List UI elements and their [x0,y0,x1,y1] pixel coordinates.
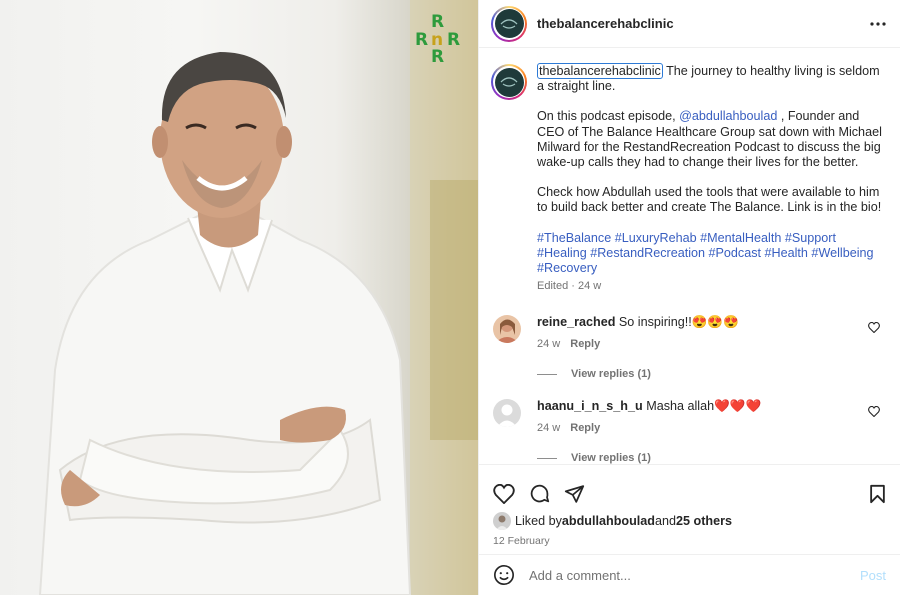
comment-text: Masha allah❤️❤️❤️ [646,399,762,414]
comment-icon[interactable] [529,483,550,504]
likes-middle: and [654,514,676,528]
comment-avatar[interactable] [493,399,521,428]
heart-icon[interactable] [493,483,515,504]
svg-text:R: R [431,12,444,32]
post-date: 12 February [493,535,550,547]
portrait-illustration [38,0,478,595]
view-replies-button[interactable]: View replies (1) [537,368,884,380]
profile-avatar[interactable] [491,5,527,42]
caption: thebalancerehabclinic The journey to hea… [491,63,884,294]
divider [537,457,557,459]
more-horizontal-icon[interactable] [868,14,888,34]
add-comment-bar: Post [479,554,900,595]
caption-text: thebalancerehabclinic The journey to hea… [537,63,884,294]
actions-bar: Liked by abdullahboulad and 25 others 12… [479,464,900,554]
caption-p3: Check how Abdullah used the tools that w… [537,185,882,215]
comment-avatar[interactable] [493,315,521,344]
edited-label: Edited [537,280,569,293]
post-header: thebalancerehabclinic [479,0,900,48]
brand-logo: R R n R R [414,12,466,64]
likes-prefix: Liked by [515,514,562,528]
comment-item: reine_rached So inspiring!!😍😍😍 24 w Reply [491,315,884,352]
comments-area[interactable]: thebalancerehabclinic The journey to hea… [479,48,900,464]
comment-username[interactable]: reine_rached [537,315,615,329]
caption-username[interactable]: thebalancerehabclinic [537,63,663,79]
svg-text:R: R [415,30,428,50]
comment-time: 24 w [537,422,561,435]
hashtags[interactable]: #TheBalance #LuxuryRehab #MentalHealth #… [537,231,884,277]
liker-avatar[interactable] [493,512,511,530]
comment-time: 24 w [537,338,561,351]
post-image: R R n R R [0,0,478,595]
mention-link[interactable]: @abdullahboulad [679,109,777,123]
heart-icon[interactable] [868,405,880,420]
svg-text:R: R [447,30,460,50]
header-username[interactable]: thebalancerehabclinic [537,16,674,31]
heart-icon[interactable] [868,321,880,336]
brand-mark-icon [500,77,518,87]
share-icon[interactable] [564,484,585,504]
post-panel: thebalancerehabclinic thebalancerehabcli… [478,0,900,595]
caption-time: 24 w [577,280,602,293]
likes-others[interactable]: 25 others [676,514,732,528]
caption-meta: Edited · 24 w [537,280,602,293]
emoji-icon[interactable] [493,564,515,586]
svg-text:R: R [431,47,444,64]
divider [537,373,557,375]
caption-p2-before: On this podcast episode, [537,109,680,124]
brand-mark-icon [500,18,518,29]
comment-input[interactable] [529,567,860,583]
liker-username[interactable]: abdullahboulad [562,514,655,528]
view-replies-label: View replies (1) [571,368,651,381]
comment-item: haanu_i_n_s_h_u Masha allah❤️❤️❤️ 24 w Re… [491,399,884,436]
view-replies-label: View replies (1) [571,452,651,464]
caption-avatar[interactable] [491,64,527,100]
view-replies-button[interactable]: View replies (1) [537,452,884,464]
comment-username[interactable]: haanu_i_n_s_h_u [537,399,643,413]
reply-button[interactable]: Reply [570,338,600,350]
post-button[interactable]: Post [860,568,886,583]
reply-button[interactable]: Reply [570,422,600,434]
bookmark-icon[interactable] [869,484,886,504]
comment-text: So inspiring!!😍😍😍 [618,315,739,330]
likes-summary[interactable]: Liked by abdullahboulad and 25 others [479,511,900,531]
